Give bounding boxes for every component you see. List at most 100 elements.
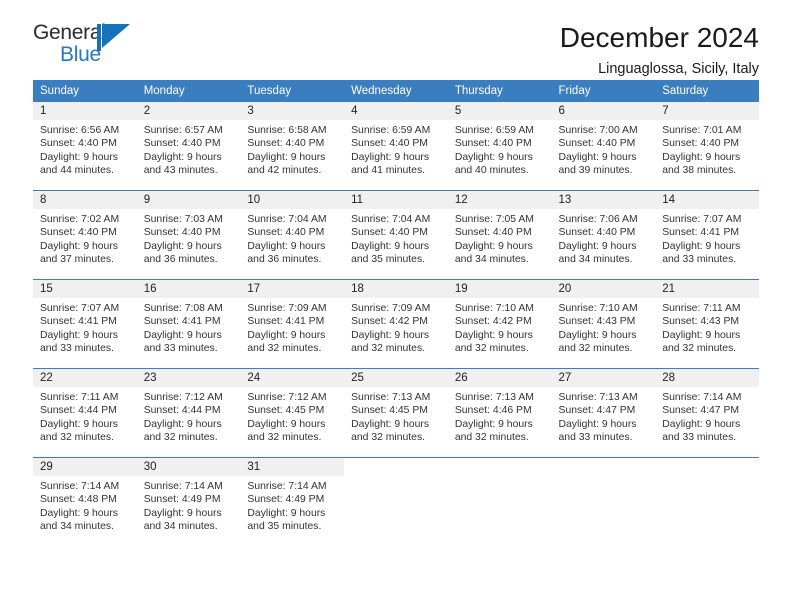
calendar-day-cell[interactable]: 16 Sunrise: 7:08 AM Sunset: 4:41 PM Dayligh… (136, 279, 241, 369)
calendar-week-row: 8 Sunrise: 7:02 AM Sunset: 4:40 PM Daylight… (33, 190, 759, 280)
day-number (344, 458, 448, 476)
sunset-text: Sunset: 4:42 PM (454, 316, 532, 328)
sunset-text: Sunset: 4:40 PM (454, 227, 532, 239)
day-details: Sunrise: 7:07 AM Sunset: 4:41 PM Daylight:… (655, 209, 759, 279)
sunrise-text: Sunrise: 7:11 AM (662, 303, 741, 314)
weekday-header-thursday: Thursday (447, 80, 552, 102)
calendar-day-cell[interactable]: 7 Sunrise: 7:01 AM Sunset: 4:40 PM Daylight… (655, 102, 759, 191)
sunrise-text: Sunrise: 7:04 AM (351, 214, 431, 225)
calendar-day-cell[interactable]: 30 Sunrise: 7:14 AM Sunset: 4:49 PM Dayligh… (136, 457, 241, 546)
sunrise-text: Sunrise: 7:11 AM (40, 392, 119, 403)
daylight-text: Daylight: 9 hours and 33 minutes. (40, 329, 118, 355)
flag-triangle-icon (97, 24, 130, 51)
day-number: 8 (33, 191, 137, 209)
sunrise-text: Sunrise: 7:01 AM (662, 125, 742, 136)
calendar-day-cell[interactable]: 28 Sunrise: 7:14 AM Sunset: 4:47 PM Dayligh… (655, 368, 759, 458)
day-details: Sunrise: 7:12 AM Sunset: 4:45 PM Daylight:… (240, 387, 344, 457)
sunrise-text: Sunrise: 7:07 AM (40, 303, 120, 314)
calendar-day-cell[interactable]: 18 Sunrise: 7:09 AM Sunset: 4:42 PM Dayligh… (344, 279, 448, 369)
day-details: Sunrise: 7:06 AM Sunset: 4:40 PM Daylight:… (552, 209, 656, 279)
calendar-day-cell[interactable]: 5 Sunrise: 6:59 AM Sunset: 4:40 PM Daylight… (447, 102, 552, 191)
sunset-text: Sunset: 4:40 PM (351, 138, 428, 150)
calendar-day-cell[interactable]: 22 Sunrise: 7:11 AM Sunset: 4:44 PM Dayligh… (33, 368, 137, 458)
calendar-day-cell[interactable]: 4 Sunrise: 6:59 AM Sunset: 4:40 PM Daylight… (344, 102, 448, 191)
weekday-header-sunday: Sunday (33, 80, 137, 102)
calendar-day-cell[interactable]: 24 Sunrise: 7:12 AM Sunset: 4:45 PM Dayligh… (240, 368, 345, 458)
daylight-text: Daylight: 9 hours and 43 minutes. (143, 151, 222, 177)
sunrise-text: Sunrise: 7:14 AM (143, 481, 223, 492)
daylight-text: Daylight: 9 hours and 44 minutes. (40, 151, 118, 177)
calendar-week-row: 22 Sunrise: 7:11 AM Sunset: 4:44 PM Dayligh… (33, 368, 759, 458)
calendar-day-cell[interactable]: 3 Sunrise: 6:58 AM Sunset: 4:40 PM Daylight… (240, 102, 345, 191)
daylight-text: Daylight: 9 hours and 37 minutes. (40, 240, 118, 266)
day-number: 1 (33, 102, 137, 120)
sunrise-text: Sunrise: 7:09 AM (351, 303, 431, 314)
daylight-text: Daylight: 9 hours and 33 minutes. (662, 240, 741, 266)
calendar-day-cell[interactable]: 6 Sunrise: 7:00 AM Sunset: 4:40 PM Daylight… (551, 102, 656, 191)
day-number: 22 (33, 369, 137, 387)
weekday-header-friday: Friday (551, 80, 656, 102)
daylight-text: Daylight: 9 hours and 32 minutes. (40, 418, 118, 444)
calendar-empty-cell (447, 457, 552, 546)
calendar-day-cell[interactable]: 17 Sunrise: 7:09 AM Sunset: 4:41 PM Dayligh… (240, 279, 345, 369)
day-details: Sunrise: 7:02 AM Sunset: 4:40 PM Daylight:… (33, 209, 137, 279)
day-number: 24 (240, 369, 345, 387)
sunset-text: Sunset: 4:44 PM (143, 405, 221, 417)
daylight-text: Daylight: 9 hours and 35 minutes. (247, 507, 326, 533)
daylight-text: Daylight: 9 hours and 42 minutes. (247, 151, 326, 177)
calendar-day-cell[interactable]: 23 Sunrise: 7:12 AM Sunset: 4:44 PM Dayligh… (136, 368, 241, 458)
calendar-day-cell[interactable]: 8 Sunrise: 7:02 AM Sunset: 4:40 PM Daylight… (33, 190, 137, 280)
day-details: Sunrise: 6:57 AM Sunset: 4:40 PM Daylight:… (137, 120, 241, 190)
sunset-text: Sunset: 4:40 PM (143, 227, 221, 239)
sunrise-text: Sunrise: 7:14 AM (40, 481, 120, 492)
calendar-day-cell[interactable]: 2 Sunrise: 6:57 AM Sunset: 4:40 PM Daylight… (136, 102, 241, 191)
calendar-day-cell[interactable]: 20 Sunrise: 7:10 AM Sunset: 4:43 PM Dayligh… (551, 279, 656, 369)
sunset-text: Sunset: 4:43 PM (662, 316, 740, 328)
day-number: 31 (240, 458, 345, 476)
calendar-day-cell[interactable]: 15 Sunrise: 7:07 AM Sunset: 4:41 PM Dayligh… (33, 279, 137, 369)
calendar-day-cell[interactable]: 9 Sunrise: 7:03 AM Sunset: 4:40 PM Daylight… (136, 190, 241, 280)
day-number: 30 (136, 458, 241, 476)
calendar-day-cell[interactable]: 19 Sunrise: 7:10 AM Sunset: 4:42 PM Dayligh… (447, 279, 552, 369)
weekday-header-tuesday: Tuesday (240, 80, 345, 102)
day-details: Sunrise: 7:01 AM Sunset: 4:40 PM Daylight:… (655, 120, 759, 190)
daylight-text: Daylight: 9 hours and 32 minutes. (454, 329, 533, 355)
day-details: Sunrise: 7:14 AM Sunset: 4:48 PM Daylight:… (33, 476, 137, 546)
sunrise-text: Sunrise: 7:13 AM (351, 392, 431, 403)
day-number: 17 (240, 280, 345, 298)
calendar-day-cell[interactable]: 29 Sunrise: 7:14 AM Sunset: 4:48 PM Dayligh… (33, 457, 137, 546)
daylight-text: Daylight: 9 hours and 34 minutes. (143, 507, 222, 533)
day-details: Sunrise: 7:10 AM Sunset: 4:42 PM Daylight:… (448, 298, 552, 368)
calendar-day-cell[interactable]: 11 Sunrise: 7:04 AM Sunset: 4:40 PM Dayligh… (344, 190, 448, 280)
sunset-text: Sunset: 4:48 PM (40, 494, 117, 506)
daylight-text: Daylight: 9 hours and 34 minutes. (454, 240, 533, 266)
calendar-day-cell[interactable]: 21 Sunrise: 7:11 AM Sunset: 4:43 PM Dayligh… (655, 279, 759, 369)
sunrise-text: Sunrise: 7:03 AM (143, 214, 223, 225)
sunset-text: Sunset: 4:40 PM (351, 227, 428, 239)
daylight-text: Daylight: 9 hours and 32 minutes. (454, 418, 533, 444)
sunrise-text: Sunrise: 7:10 AM (558, 303, 638, 314)
weekday-header-monday: Monday (136, 80, 241, 102)
flag-mast (97, 24, 101, 51)
day-details: Sunrise: 7:13 AM Sunset: 4:46 PM Daylight:… (448, 387, 552, 457)
page-title: December 2024 (559, 22, 759, 53)
sunrise-text: Sunrise: 7:04 AM (247, 214, 327, 225)
calendar-day-cell[interactable]: 13 Sunrise: 7:06 AM Sunset: 4:40 PM Dayligh… (551, 190, 656, 280)
brand-logo[interactable]: General Blue (33, 22, 153, 74)
calendar-day-cell[interactable]: 27 Sunrise: 7:13 AM Sunset: 4:47 PM Dayligh… (551, 368, 656, 458)
daylight-text: Daylight: 9 hours and 36 minutes. (247, 240, 326, 266)
sunrise-text: Sunrise: 7:14 AM (247, 481, 327, 492)
calendar-week-row: 15 Sunrise: 7:07 AM Sunset: 4:41 PM Dayligh… (33, 279, 759, 369)
day-number: 10 (240, 191, 345, 209)
calendar-grid: Sunday Monday Tuesday Wednesday Thursday… (33, 80, 759, 546)
calendar-day-cell[interactable]: 1 Sunrise: 6:56 AM Sunset: 4:40 PM Daylight… (33, 102, 137, 191)
calendar-day-cell[interactable]: 12 Sunrise: 7:05 AM Sunset: 4:40 PM Dayligh… (447, 190, 552, 280)
calendar-day-cell[interactable]: 14 Sunrise: 7:07 AM Sunset: 4:41 PM Dayligh… (655, 190, 759, 280)
calendar-day-cell[interactable]: 25 Sunrise: 7:13 AM Sunset: 4:45 PM Dayligh… (344, 368, 448, 458)
calendar-day-cell[interactable]: 26 Sunrise: 7:13 AM Sunset: 4:46 PM Dayligh… (447, 368, 552, 458)
sunrise-text: Sunrise: 7:14 AM (662, 392, 742, 403)
sunset-text: Sunset: 4:40 PM (558, 138, 636, 150)
calendar-day-cell[interactable]: 10 Sunrise: 7:04 AM Sunset: 4:40 PM Dayligh… (240, 190, 345, 280)
day-number: 12 (447, 191, 552, 209)
calendar-day-cell[interactable]: 31 Sunrise: 7:14 AM Sunset: 4:49 PM Dayligh… (240, 457, 345, 546)
